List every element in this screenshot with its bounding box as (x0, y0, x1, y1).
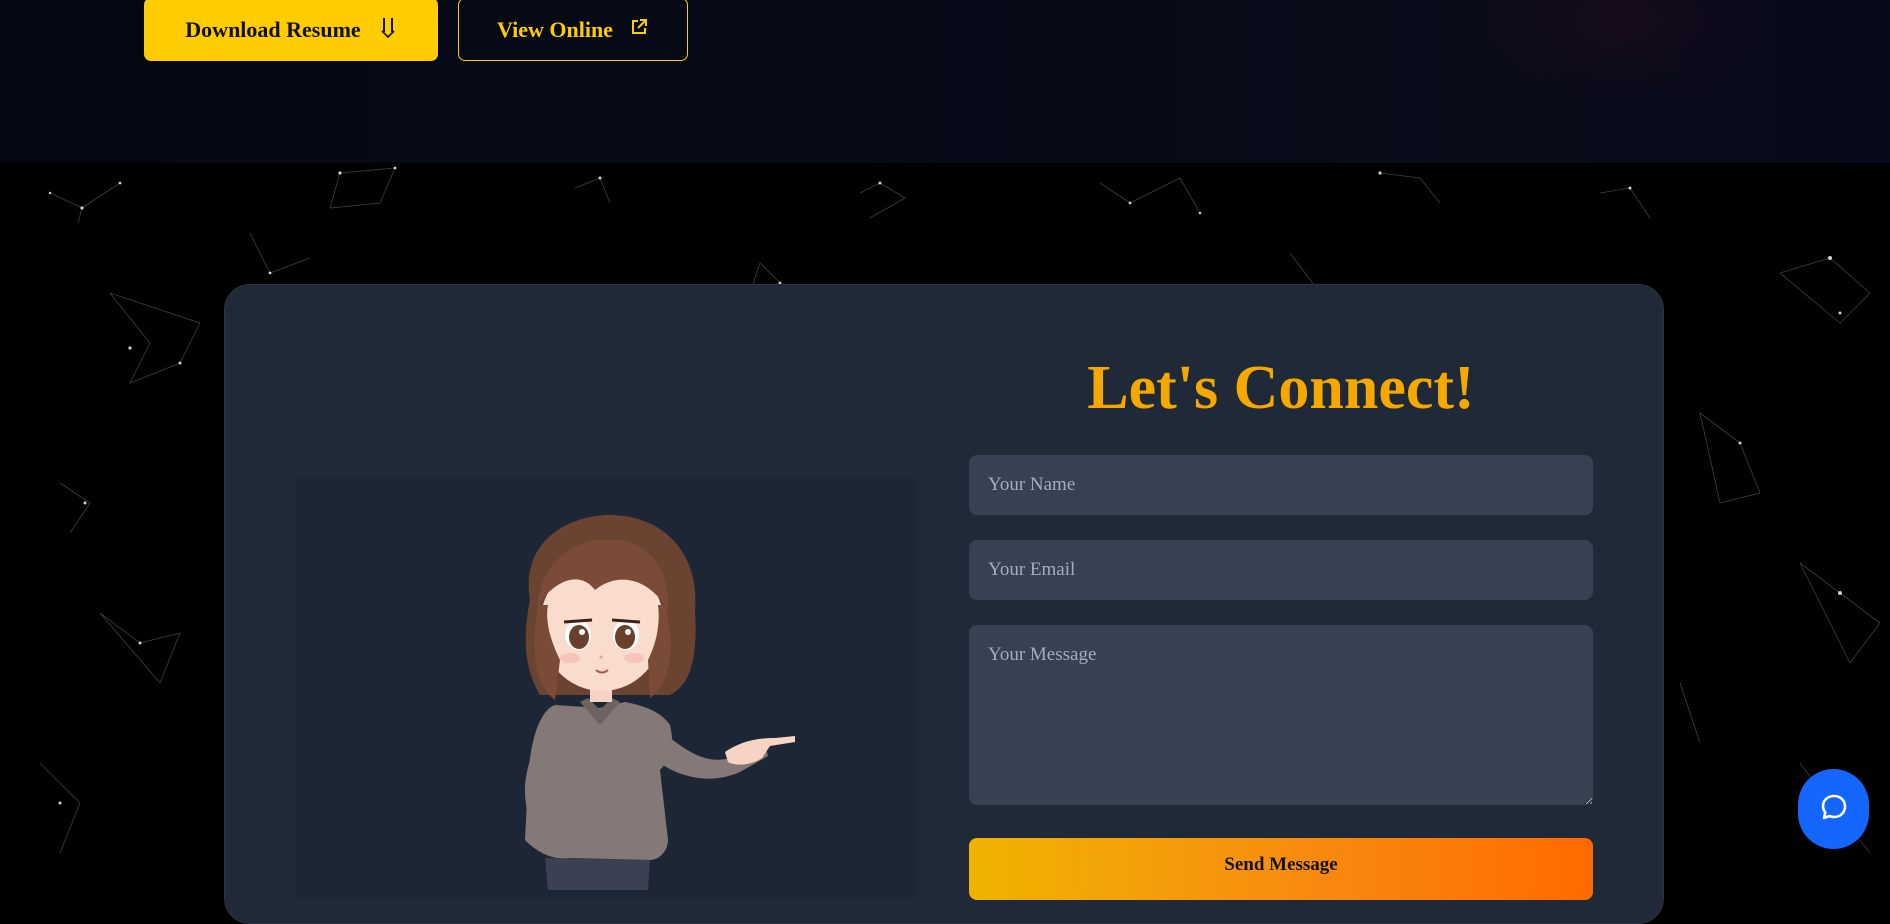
download-resume-label: Download Resume (185, 16, 361, 42)
message-textarea[interactable] (969, 625, 1593, 805)
arrows-down-icon (379, 14, 397, 46)
hero-section: Download Resume View Online (0, 0, 1890, 163)
girl-pointing-illustration (524, 515, 795, 890)
chat-widget-button[interactable] (1798, 769, 1869, 849)
email-input[interactable] (969, 540, 1593, 600)
name-input[interactable] (969, 455, 1593, 515)
view-online-label: View Online (497, 16, 613, 42)
background-glow (1470, 0, 1770, 100)
send-message-button[interactable]: Send Message (969, 838, 1593, 900)
external-link-icon (629, 17, 649, 43)
view-online-button[interactable]: View Online (458, 0, 688, 61)
contact-heading: Let's Connect! (1087, 354, 1475, 422)
download-resume-button[interactable]: Download Resume (144, 0, 438, 61)
chat-bubble-icon (1818, 791, 1850, 828)
